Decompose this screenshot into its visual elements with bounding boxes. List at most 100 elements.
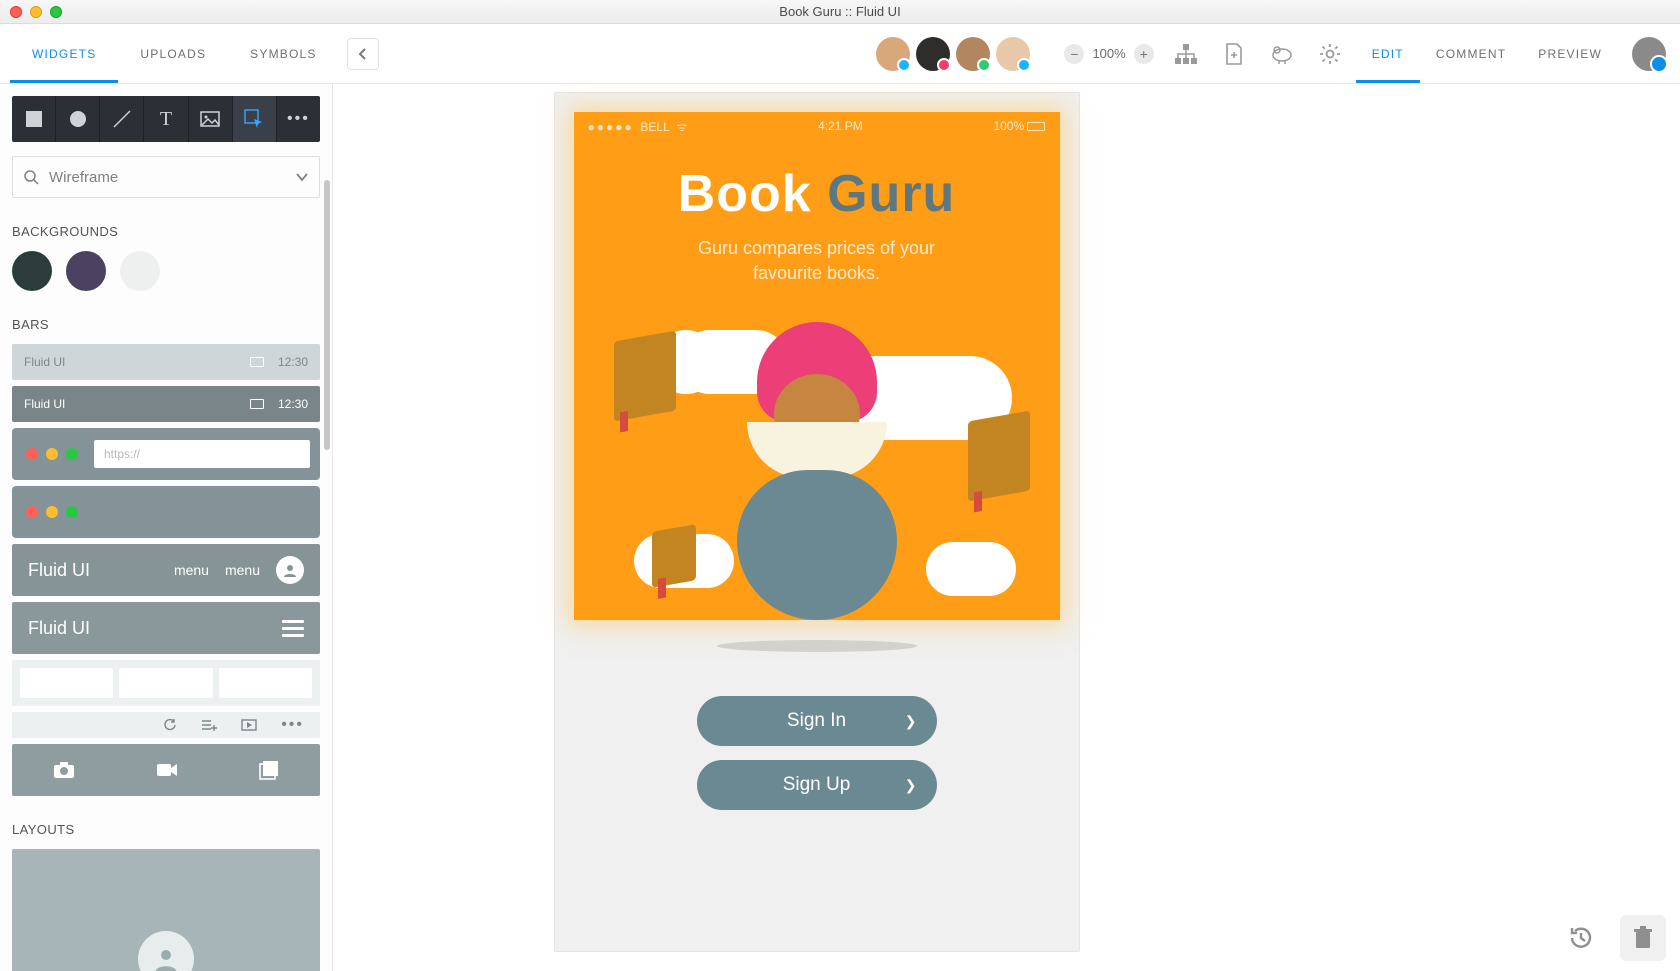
more-icon: ••• <box>281 716 304 734</box>
text-tool[interactable]: T <box>144 96 188 142</box>
widget-layout-profile[interactable] <box>12 849 320 971</box>
avatar[interactable] <box>876 37 910 71</box>
widget-statusbar-light[interactable]: Fluid UI 12:30 <box>12 344 320 380</box>
image-icon <box>200 111 220 127</box>
rectangle-tool[interactable] <box>12 96 56 142</box>
battery-icon <box>250 357 264 367</box>
dot-icon <box>46 448 58 460</box>
list-add-icon <box>201 719 217 731</box>
canvas-floating-tools <box>1558 915 1666 961</box>
dot-icon <box>26 506 38 518</box>
play-box-icon <box>241 719 257 731</box>
widget-appbar-hamburger[interactable]: Fluid UI <box>12 602 320 654</box>
design-canvas[interactable]: ●●●●● BELL ᯤ 4:21 PM 100% Book Guru Guru… <box>333 84 1680 971</box>
background-swatch[interactable] <box>66 251 106 291</box>
mode-comment[interactable]: COMMENT <box>1420 24 1522 83</box>
video-icon <box>156 762 178 778</box>
signup-button[interactable]: Sign Up ❯ <box>697 760 937 810</box>
widget-navbar[interactable]: Fluid UI menu menu <box>12 544 320 596</box>
chevron-down-icon <box>295 172 309 182</box>
line-tool[interactable] <box>100 96 144 142</box>
test-button[interactable] <box>1270 42 1294 66</box>
guru-illustration <box>717 322 917 592</box>
cta-label: Sign Up <box>783 774 851 796</box>
more-icon: ••• <box>287 110 310 128</box>
text-icon: T <box>160 108 172 131</box>
mode-edit[interactable]: EDIT <box>1356 24 1420 83</box>
hamburger-icon <box>282 620 304 637</box>
zoom-in-button[interactable]: + <box>1134 44 1154 64</box>
image-tool[interactable] <box>189 96 233 142</box>
scrollbar-thumb[interactable] <box>324 180 330 450</box>
background-swatch[interactable] <box>12 251 52 291</box>
hero-panel: ●●●●● BELL ᯤ 4:21 PM 100% Book Guru Guru… <box>574 112 1060 620</box>
refresh-icon <box>163 718 177 732</box>
cta-label: Sign In <box>787 710 846 732</box>
url-field: https:// <box>94 440 310 468</box>
sitemap-button[interactable] <box>1174 42 1198 66</box>
new-page-button[interactable] <box>1222 42 1246 66</box>
signal-dots-icon: ●●●●● <box>588 120 634 134</box>
signin-button[interactable]: Sign In ❯ <box>697 696 937 746</box>
widget-search[interactable]: Wireframe <box>12 156 320 198</box>
nav-menu: menu <box>174 562 209 578</box>
mock-statusbar: ●●●●● BELL ᯤ 4:21 PM 100% <box>574 112 1060 140</box>
window-title: Book Guru :: Fluid UI <box>0 4 1680 19</box>
square-icon <box>25 110 43 128</box>
mobile-frame[interactable]: ●●●●● BELL ᯤ 4:21 PM 100% Book Guru Guru… <box>554 92 1080 952</box>
widget-label: Fluid UI <box>24 355 65 369</box>
mode-preview[interactable]: PREVIEW <box>1522 24 1618 83</box>
settings-button[interactable] <box>1318 42 1342 66</box>
wifi-icon: ᯤ <box>676 120 687 134</box>
more-tool[interactable]: ••• <box>277 96 320 142</box>
avatar[interactable] <box>916 37 950 71</box>
camera-icon <box>53 761 75 779</box>
widget-label: Fluid UI <box>24 397 65 411</box>
select-tool[interactable] <box>233 96 277 142</box>
widget-mac-titlebar[interactable] <box>12 486 320 538</box>
section-backgrounds: BACKGROUNDS <box>12 224 320 239</box>
widget-time: 12:30 <box>278 397 308 411</box>
library-tabs: WIDGETS UPLOADS SYMBOLS <box>0 24 339 83</box>
user-icon <box>138 931 194 971</box>
battery-icon <box>1027 122 1045 131</box>
avatar[interactable] <box>956 37 990 71</box>
widget-sidebar: T ••• Wireframe BACKGROUNDS BARS Fluid U… <box>0 84 333 971</box>
chevron-left-icon <box>358 48 368 60</box>
widget-segmented[interactable] <box>12 660 320 706</box>
delete-button[interactable] <box>1620 915 1666 961</box>
background-swatches <box>12 251 320 291</box>
dot-icon <box>46 506 58 518</box>
zoom-out-button[interactable]: − <box>1064 44 1084 64</box>
widget-browser-bar[interactable]: https:// <box>12 428 320 480</box>
background-swatch[interactable] <box>120 251 160 291</box>
widget-toolbar-small[interactable]: ••• <box>12 712 320 738</box>
search-icon <box>23 169 39 185</box>
nav-brand: Fluid UI <box>28 560 90 581</box>
app-subtitle: Guru compares prices of yourfavourite bo… <box>574 236 1060 286</box>
widget-media-bar[interactable] <box>12 744 320 796</box>
app-title: Book Guru <box>574 164 1060 224</box>
user-icon <box>276 556 304 584</box>
tab-widgets[interactable]: WIDGETS <box>10 24 118 83</box>
history-button[interactable] <box>1558 915 1604 961</box>
book-icon <box>968 411 1030 502</box>
section-layouts: LAYOUTS <box>12 822 320 837</box>
zoom-control: − 100% + <box>1058 44 1159 64</box>
avatar[interactable] <box>996 37 1030 71</box>
sidebar-collapse-button[interactable] <box>347 38 379 70</box>
tab-uploads[interactable]: UPLOADS <box>118 24 228 83</box>
current-user-avatar[interactable] <box>1632 37 1666 71</box>
tab-symbols[interactable]: SYMBOLS <box>228 24 338 83</box>
history-icon <box>1567 924 1595 952</box>
window-titlebar: Book Guru :: Fluid UI <box>0 0 1680 24</box>
widget-statusbar-dark[interactable]: Fluid UI 12:30 <box>12 386 320 422</box>
mode-tabs: EDIT COMMENT PREVIEW <box>1356 24 1618 83</box>
status-time: 4:21 PM <box>818 119 863 133</box>
circle-tool[interactable] <box>56 96 100 142</box>
dot-icon <box>66 506 78 518</box>
search-value: Wireframe <box>49 169 118 186</box>
hero-illustration <box>574 316 1060 620</box>
nav-menu: menu <box>225 562 260 578</box>
shape-toolrow: T ••• <box>12 96 320 142</box>
